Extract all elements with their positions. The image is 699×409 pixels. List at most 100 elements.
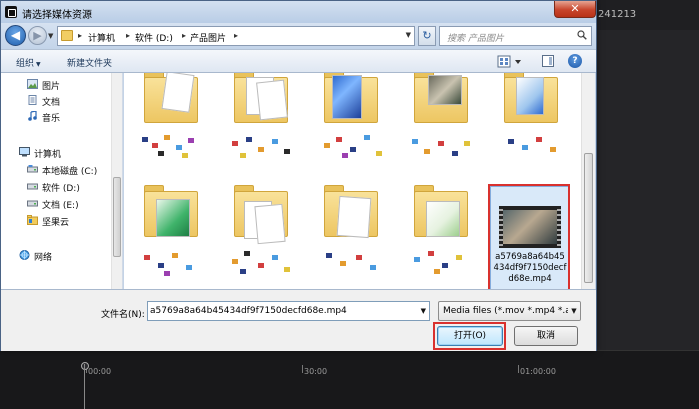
chevron-right-icon[interactable]: ▸ [182,31,186,40]
refresh-button[interactable]: ↻ [418,26,436,46]
highlight-box-open-button [433,322,506,350]
thumbnail-artifacts [136,133,208,161]
drive-icon [27,183,38,190]
timeline-panel [0,350,699,409]
folder-item[interactable] [140,73,202,125]
nav-pane-scrollbar[interactable] [111,73,122,289]
background-code-fragment: 241213 [598,9,637,20]
thumbnail-artifacts [318,249,390,277]
highlight-box-selected-file [488,184,570,292]
filename-combobox[interactable]: ▼ [147,301,430,321]
chevron-right-icon[interactable]: ▸ [126,31,130,40]
organize-label: 组织 [16,59,35,69]
preview-pane-icon[interactable] [542,55,554,67]
thumbnail-artifacts [228,249,300,277]
file-list-scroll-thumb[interactable] [584,153,593,283]
filename-label: 文件名(N): [101,310,145,320]
chevron-down-icon[interactable]: ▼ [406,31,411,39]
folder-preview-image [428,75,462,105]
filetype-select[interactable]: Media files (*.mov *.mp4 *.avi ▼ [438,301,581,321]
app-icon [5,6,17,18]
breadcrumb-computer[interactable]: 计算机 [88,31,115,44]
nav-item-music[interactable]: 音乐 [42,111,60,124]
new-folder-button[interactable]: 新建文件夹 [67,56,112,69]
cloud-folder-icon [27,215,38,225]
nav-item-drive-d[interactable]: 软件 (D:) [42,181,80,194]
file-list-scrollbar[interactable] [581,73,595,289]
close-button[interactable]: ✕ [554,1,596,18]
dialog-title: 请选择媒体资源 [22,10,92,21]
cancel-button[interactable]: 取消 [514,326,578,346]
view-options-icon[interactable] [497,55,523,69]
folder-preview-image [516,77,544,115]
nav-item-network[interactable]: 网络 [34,250,52,263]
folder-item[interactable] [140,181,202,239]
back-button[interactable]: ◀ [5,25,26,46]
dialog-footer: 文件名(N): ▼ Media files (*.mov *.mp4 *.avi… [1,289,596,351]
folder-preview-image [332,75,362,119]
address-field[interactable]: ▸ 计算机 ▸ 软件 (D:) ▸ 产品图片 ▸ ▼ [57,26,415,46]
nav-pane-scroll-thumb[interactable] [113,177,121,257]
filename-input[interactable] [150,304,414,318]
folder-preview-page [161,73,195,113]
folder-item[interactable] [320,73,382,125]
chevron-down-icon[interactable]: ▼ [421,307,426,315]
timeline-tick-mark [302,365,303,373]
help-icon[interactable]: ? [568,54,582,68]
navigation-pane: 图片 文档 音乐 计算机 本地磁盘 (C:) 软件 (D:) 文档 (E:) 坚… [1,73,123,289]
folder-item[interactable] [500,73,562,125]
computer-icon [19,147,30,157]
open-file-dialog: 请选择媒体资源 ✕ ◀ ▶ ▼ ▸ 计算机 ▸ 软件 (D:) ▸ 产品图片 ▸… [0,0,597,351]
folder-icon [61,30,73,41]
filetype-value: Media files (*.mov *.mp4 *.avi [443,306,579,316]
thumbnail-artifacts [408,249,480,277]
chevron-down-icon[interactable]: ▼ [568,302,580,320]
playhead[interactable] [84,364,90,409]
search-placeholder: 搜索 产品图片 [447,34,504,44]
folder-item[interactable] [320,181,382,239]
folder-preview-page [254,203,286,245]
nav-item-drive-c[interactable]: 本地磁盘 (C:) [42,164,97,177]
breadcrumb-drive-d[interactable]: 软件 (D:) [135,31,173,44]
timeline-tick-2: 01:00:00 [520,367,556,376]
folder-item[interactable] [230,73,292,125]
drive-icon [27,165,38,173]
chevron-down-icon: ▼ [36,61,41,68]
nav-item-jianguoyun[interactable]: 坚果云 [42,215,69,228]
thumbnail-artifacts [500,133,572,161]
breadcrumb-product-images[interactable]: 产品图片 [190,31,226,44]
chevron-right-icon[interactable]: ▸ [234,31,238,40]
documents-icon [28,95,37,105]
nav-item-documents[interactable]: 文档 [42,95,60,108]
folder-item[interactable] [410,181,472,239]
folder-preview-image [426,201,460,237]
background-side-panel [596,30,699,360]
organize-button[interactable]: 组织 ▼ [16,56,41,69]
nav-item-drive-e[interactable]: 文档 (E:) [42,198,79,211]
nav-item-pictures[interactable]: 图片 [42,79,60,92]
thumbnail-artifacts [228,135,300,163]
folder-preview-image [156,199,190,237]
address-bar-row: ◀ ▶ ▼ ▸ 计算机 ▸ 软件 (D:) ▸ 产品图片 ▸ ▼ ↻ 搜索 产品… [1,23,596,49]
command-toolbar: 组织 ▼ 新建文件夹 ? [1,49,596,73]
nav-item-computer[interactable]: 计算机 [34,147,61,160]
drive-icon [27,200,38,207]
pictures-icon [27,79,38,89]
folder-item[interactable] [230,181,292,245]
music-icon [28,111,37,121]
timeline-tick-1: 30:00 [304,367,328,376]
timeline-tick-0: 00:00 [88,367,112,376]
forward-button[interactable]: ▶ [28,26,47,45]
recent-locations-dropdown[interactable]: ▼ [48,32,53,40]
timeline-tick-mark [518,365,519,373]
thumbnail-artifacts [408,135,480,163]
folder-preview-page [256,79,288,121]
dialog-titlebar[interactable]: 请选择媒体资源 ✕ [1,1,596,23]
search-box[interactable]: 搜索 产品图片 [439,26,592,46]
folder-preview-page [336,195,372,239]
network-icon [19,250,30,260]
chevron-right-icon[interactable]: ▸ [78,31,82,40]
search-icon[interactable] [577,30,587,40]
folder-item[interactable] [410,73,472,125]
thumbnail-artifacts [318,133,390,161]
